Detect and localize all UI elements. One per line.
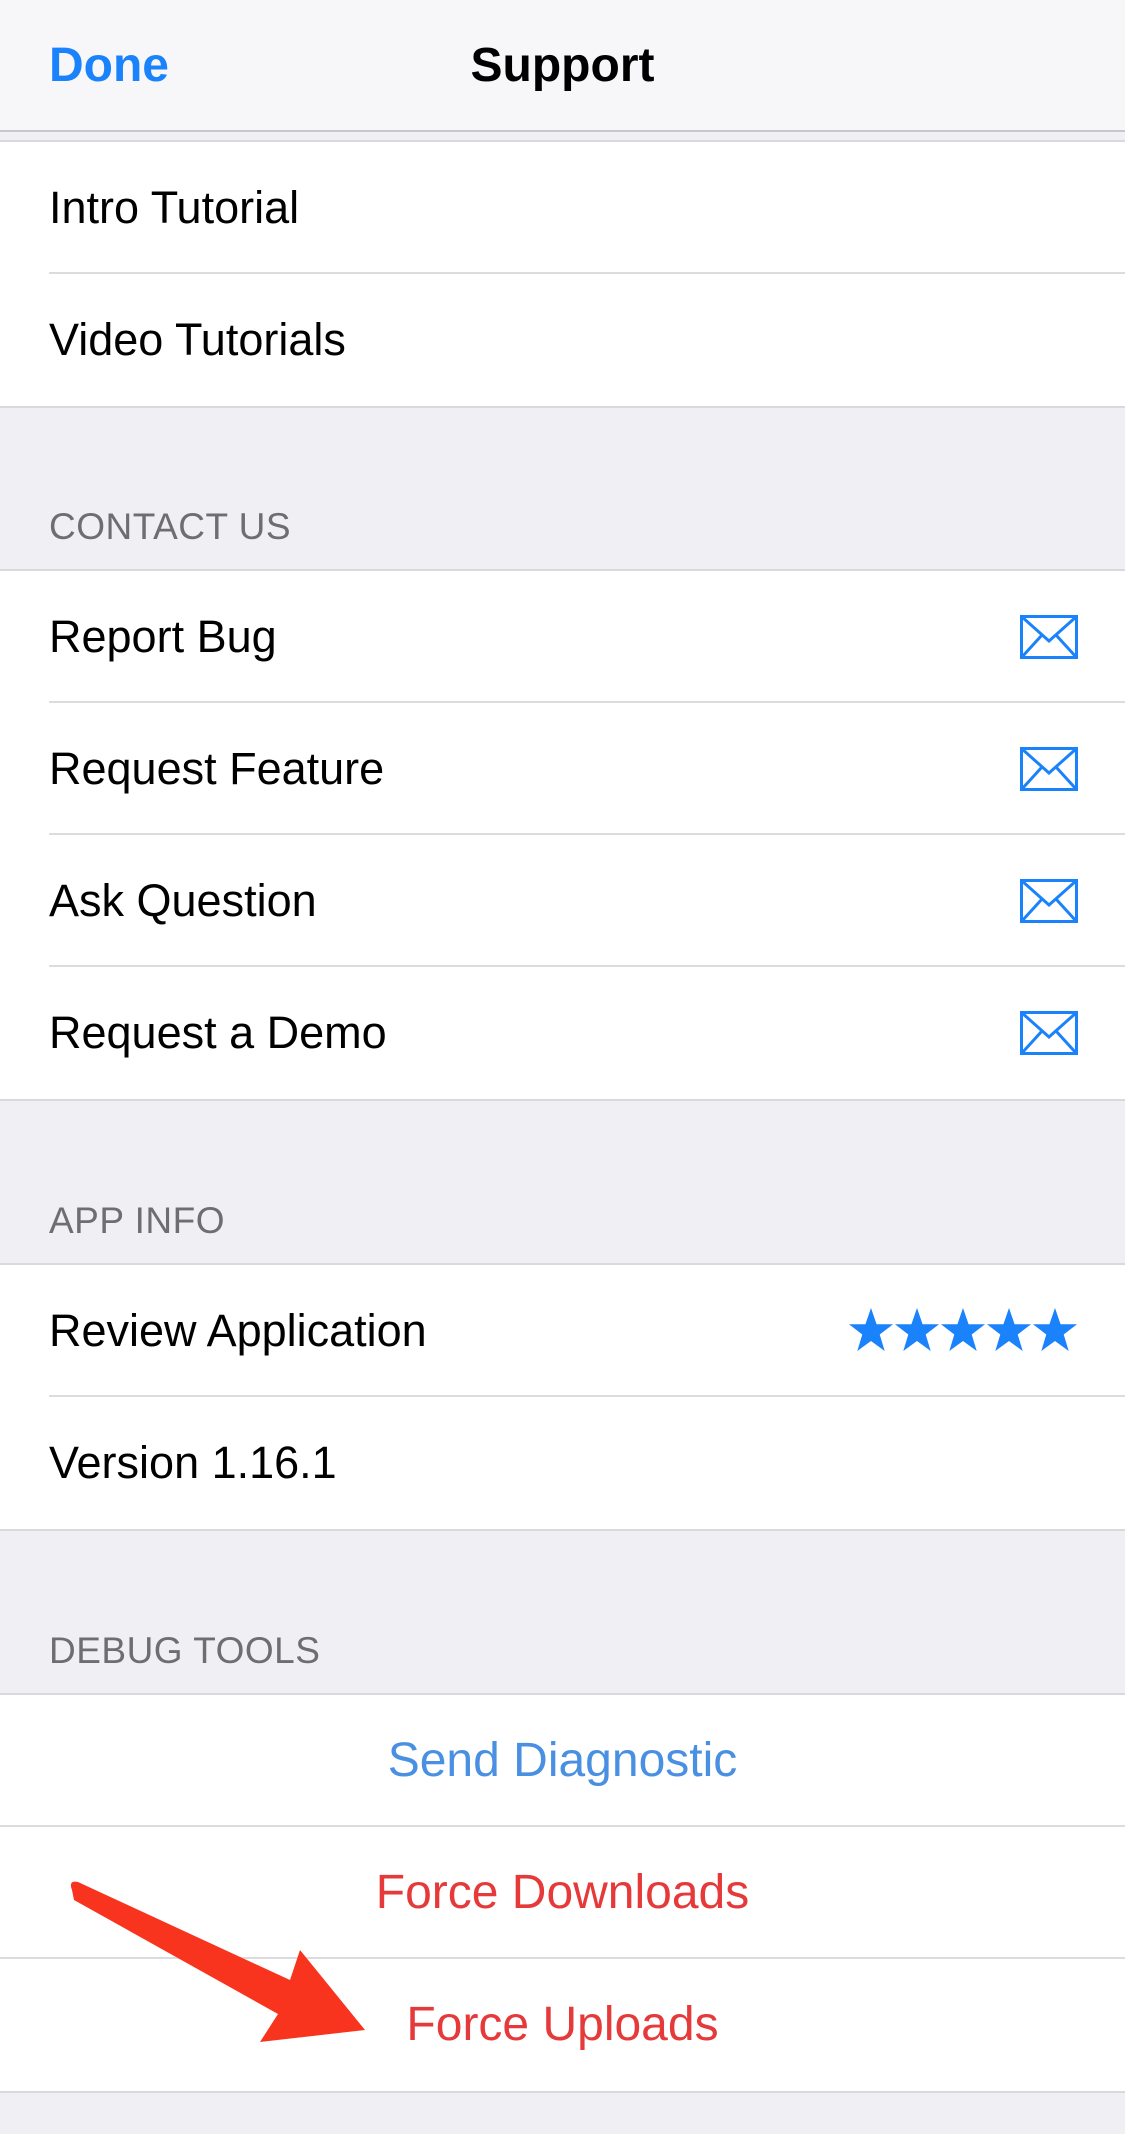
navigation-bar: Support Done — [0, 0, 1125, 132]
report-bug-row[interactable]: Report Bug — [0, 571, 1125, 703]
ask-question-row[interactable]: Ask Question — [0, 835, 1125, 967]
request-demo-label: Request a Demo — [49, 1007, 387, 1058]
request-feature-row[interactable]: Request Feature — [0, 703, 1125, 835]
intro-tutorial-row[interactable]: Intro Tutorial — [0, 142, 1125, 274]
request-feature-label: Request Feature — [49, 743, 385, 794]
done-button[interactable]: Done — [49, 38, 169, 93]
annotation-arrow-icon — [70, 1881, 365, 2042]
star-icon — [987, 1308, 1031, 1351]
rating-stars — [848, 1305, 1078, 1355]
star-icon — [1033, 1308, 1077, 1351]
review-application-row[interactable]: Review Application — [0, 1265, 1125, 1397]
mail-icon — [1020, 747, 1078, 791]
video-tutorials-label: Video Tutorials — [49, 314, 346, 365]
star-icon — [895, 1308, 939, 1351]
send-diagnostic-button[interactable]: Send Diagnostic — [0, 1695, 1125, 1827]
version-label: Version 1.16.1 — [49, 1437, 337, 1488]
contact-us-header: CONTACT US — [49, 506, 292, 547]
tutorials-group: Intro Tutorial Video Tutorials — [0, 140, 1125, 408]
mail-icon — [1020, 615, 1078, 659]
app-info-group: Review Application Version 1.16.1 — [0, 1263, 1125, 1531]
ask-question-label: Ask Question — [49, 875, 317, 926]
send-diagnostic-row[interactable]: Send Diagnostic — [0, 1695, 1125, 1827]
mail-icon — [1020, 1011, 1078, 1055]
star-icon — [849, 1308, 893, 1351]
mail-icon — [1020, 879, 1078, 923]
review-application-label: Review Application — [49, 1305, 427, 1356]
contact-us-group: Report Bug Request Feature Ask Question … — [0, 569, 1125, 1101]
video-tutorials-row[interactable]: Video Tutorials — [0, 274, 1125, 406]
report-bug-label: Report Bug — [49, 611, 277, 662]
star-icon — [941, 1308, 985, 1351]
request-demo-row[interactable]: Request a Demo — [0, 967, 1125, 1099]
version-row: Version 1.16.1 — [0, 1397, 1125, 1529]
app-info-header: APP INFO — [49, 1200, 226, 1241]
debug-tools-header: DEBUG TOOLS — [49, 1630, 321, 1671]
intro-tutorial-label: Intro Tutorial — [49, 182, 300, 233]
